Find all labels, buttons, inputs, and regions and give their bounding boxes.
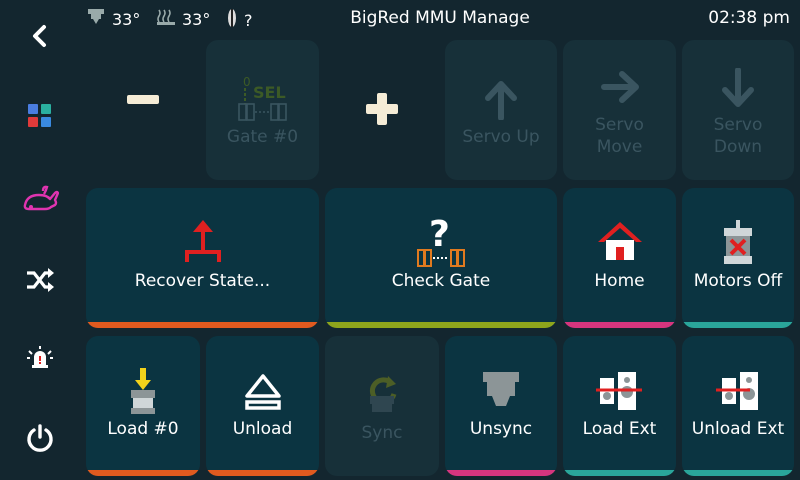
unload-label: Unload <box>232 419 293 439</box>
minus-icon <box>86 92 200 106</box>
unload-ext-accent-bar <box>682 470 794 476</box>
home-accent-bar <box>563 322 676 328</box>
arrow-up-icon <box>445 80 557 120</box>
shuffle-icon <box>25 267 55 297</box>
motors-off-label: Motors Off <box>693 271 783 291</box>
recover-icon <box>86 218 319 264</box>
load-accent-bar <box>86 470 200 476</box>
sidebar-item-notifications[interactable] <box>14 334 66 386</box>
back-arrow-icon <box>29 23 51 53</box>
gate-select-icon: 0 SEL <box>206 76 319 122</box>
status-bar: 33° 33° ? BigRed MMU Manage 02:38 pm <box>80 0 800 36</box>
servo-move-button[interactable]: Servo Move <box>563 40 676 180</box>
gate-icon-sel: SEL <box>253 83 286 102</box>
recover-state-button[interactable]: Recover State... <box>86 188 319 328</box>
home-icon <box>563 220 676 262</box>
unsync-button[interactable]: Unsync <box>445 336 557 476</box>
unload-ext-icon <box>682 370 794 412</box>
recover-state-label: Recover State... <box>134 271 271 291</box>
gate-icon-number: 0 <box>243 76 251 89</box>
servo-move-text: Servo Move <box>595 115 644 157</box>
check-gate-icon: ? <box>325 216 557 268</box>
unload-ext-button[interactable]: Unload Ext <box>682 336 794 476</box>
servo-down-button[interactable]: Servo Down <box>682 40 794 180</box>
sidebar-item-power[interactable] <box>14 414 66 466</box>
load-ext-button[interactable]: Load Ext <box>563 336 676 476</box>
load-icon <box>86 366 200 416</box>
arrow-right-icon <box>563 70 676 104</box>
sync-button[interactable]: Sync <box>325 336 439 476</box>
plus-icon <box>325 92 439 126</box>
load-ext-label: Load Ext <box>582 419 657 439</box>
unsync-accent-bar <box>445 470 557 476</box>
servo-down-label: Servo Down <box>682 114 794 158</box>
sidebar-item-macros[interactable] <box>14 256 66 308</box>
sidebar <box>0 0 80 480</box>
power-icon <box>25 423 55 457</box>
check-gate-button[interactable]: ? Check Gate <box>325 188 557 328</box>
motors-off-button[interactable]: Motors Off <box>682 188 794 328</box>
rabbit-icon <box>21 185 60 215</box>
recover-accent-bar <box>86 322 319 328</box>
unsync-label: Unsync <box>469 419 533 439</box>
servo-up-button[interactable]: Servo Up <box>445 40 557 180</box>
gate-decrement-button[interactable] <box>86 40 200 180</box>
grid-icon <box>27 103 53 133</box>
unsync-icon <box>445 370 557 410</box>
servo-move-label: Servo Move <box>563 114 676 158</box>
servo-down-text: Servo Down <box>713 115 763 157</box>
check-gate-accent-bar <box>325 322 557 328</box>
sidebar-item-mmu[interactable] <box>14 174 66 226</box>
motors-off-accent-bar <box>682 322 794 328</box>
gate-select-button[interactable]: 0 SEL Gate #0 <box>206 40 319 180</box>
motors-off-icon <box>682 218 794 266</box>
check-gate-label: Check Gate <box>391 271 491 291</box>
servo-up-label: Servo Up <box>462 127 540 147</box>
load-button[interactable]: Load #0 <box>86 336 200 476</box>
sync-icon <box>325 370 439 414</box>
home-button[interactable]: Home <box>563 188 676 328</box>
arrow-down-icon <box>682 68 794 108</box>
gate-increment-button[interactable] <box>325 40 439 180</box>
unload-ext-label: Unload Ext <box>691 419 785 439</box>
eject-icon <box>206 372 319 412</box>
unload-accent-bar <box>206 470 319 476</box>
sidebar-item-home[interactable] <box>14 92 66 144</box>
unload-button[interactable]: Unload <box>206 336 319 476</box>
home-label: Home <box>594 271 645 291</box>
alarm-icon <box>25 345 55 375</box>
load-label: Load #0 <box>107 419 179 439</box>
back-button[interactable] <box>14 12 66 64</box>
load-ext-icon <box>563 370 676 412</box>
page-title: BigRed MMU Manage <box>350 8 530 28</box>
check-question-mark: ? <box>429 216 450 255</box>
gate-select-label: Gate #0 <box>226 127 299 147</box>
load-ext-accent-bar <box>563 470 676 476</box>
sync-label: Sync <box>361 423 403 443</box>
clock: 02:38 pm <box>708 8 790 28</box>
